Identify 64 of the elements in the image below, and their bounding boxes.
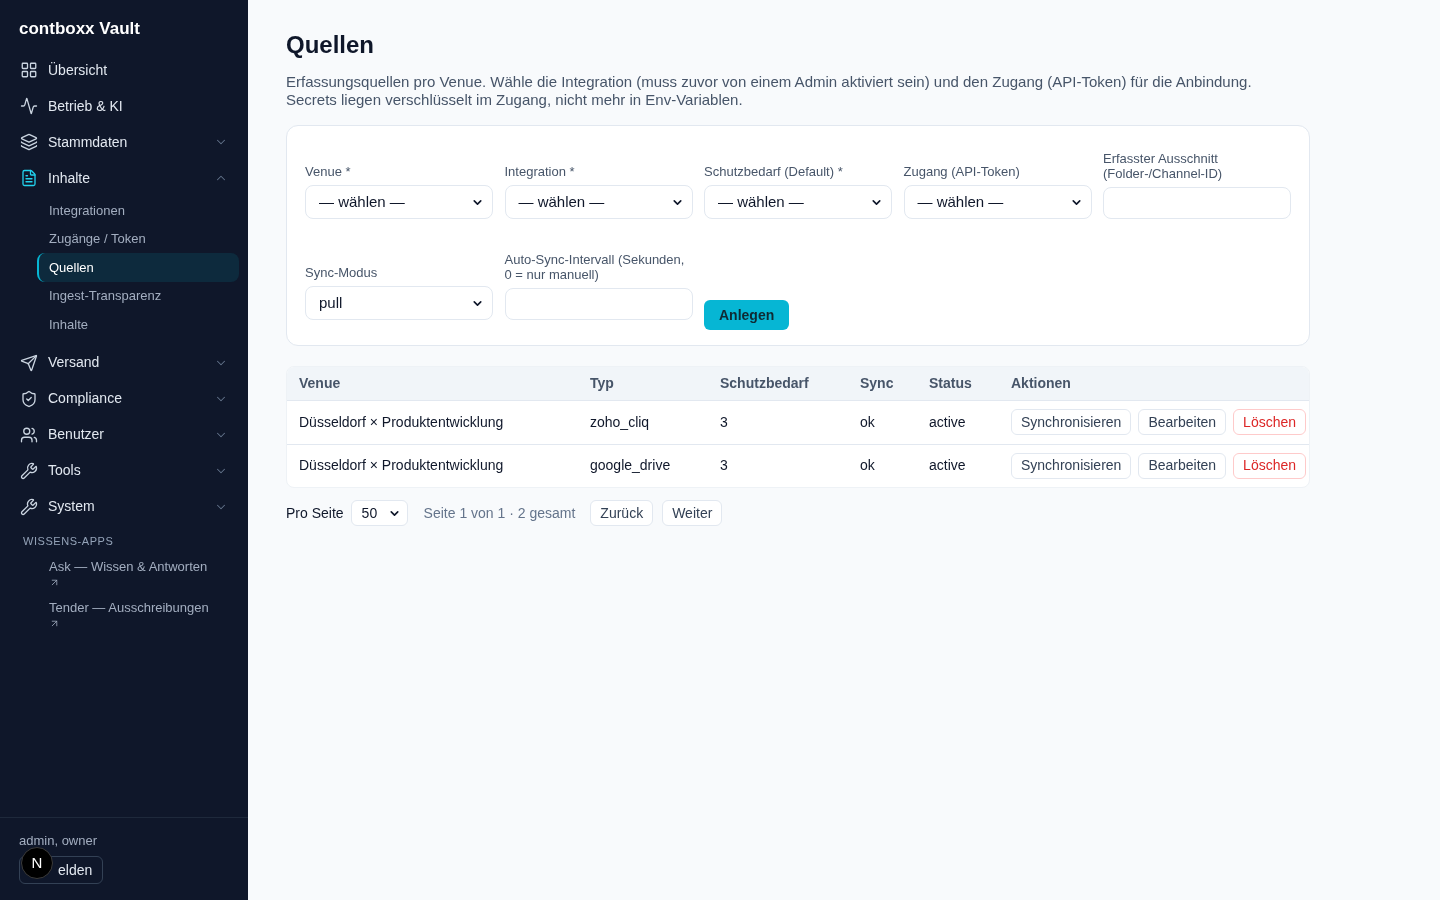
- field-label: Venue *: [305, 164, 352, 179]
- table-cell-text: ok: [859, 412, 876, 432]
- table-cell-text: active: [928, 412, 967, 432]
- column-header: Sync: [859, 374, 895, 393]
- app-link[interactable]: Ask — Wissen & Antworten: [49, 558, 228, 588]
- field-label: Integration *: [504, 164, 576, 179]
- table-cell-text: 3: [719, 456, 729, 476]
- select-field[interactable]: — wählen —: [504, 185, 693, 219]
- sidebar-nav-item[interactable]: Tools: [0, 452, 248, 489]
- table-cell-text: google_drive: [589, 456, 672, 476]
- field-label: Erfasster Ausschnitt (Folder-/Channel-ID): [1103, 151, 1224, 181]
- page-info: Seite 1 von 1 · 2 gesamt: [423, 503, 576, 523]
- action-button[interactable]: Synchronisieren: [1011, 452, 1132, 479]
- text-input[interactable]: [1103, 187, 1291, 219]
- select-field[interactable]: — wählen —: [305, 185, 493, 219]
- column-header: Aktionen: [1010, 374, 1072, 393]
- sidebar-nav-item[interactable]: Versand: [0, 344, 248, 381]
- delete-button[interactable]: Löschen: [1233, 409, 1307, 436]
- sidebar-nav-item[interactable]: System: [0, 488, 248, 525]
- page-size-label: Pro Seite: [286, 503, 344, 523]
- dev-tools-badge[interactable]: N: [21, 847, 53, 879]
- user-roles: admin, owner: [19, 833, 98, 849]
- sidebar-nav-item[interactable]: Stammdaten: [0, 124, 248, 160]
- table-cell-text: Düsseldorf × Produktentwicklung: [298, 456, 505, 476]
- field-label: Zugang (API-Token): [903, 164, 1021, 179]
- page-title: Quellen: [286, 30, 376, 60]
- table-cell-text: Düsseldorf × Produktentwicklung: [298, 412, 505, 432]
- sidebar-subitem[interactable]: Integrationen: [37, 196, 239, 225]
- column-header: Venue: [298, 374, 342, 393]
- sidebar-nav-item[interactable]: Compliance: [0, 380, 248, 417]
- delete-button[interactable]: Löschen: [1233, 452, 1307, 479]
- table-cell-text: ok: [859, 456, 876, 476]
- field-label: Schutzbedarf (Default) *: [704, 164, 844, 179]
- select-field[interactable]: — wählen —: [704, 185, 892, 219]
- action-button[interactable]: Synchronisieren: [1011, 409, 1132, 436]
- table-cell-text: zoho_cliq: [589, 412, 651, 432]
- column-header: Status: [928, 374, 973, 393]
- action-button[interactable]: Bearbeiten: [1138, 409, 1227, 436]
- sidebar-subitem[interactable]: Quellen: [37, 253, 239, 282]
- sidebar-nav-item[interactable]: Inhalte: [0, 160, 248, 196]
- section-heading: WISSENS-APPS: [22, 533, 115, 548]
- select-field[interactable]: — wählen —: [903, 185, 1092, 219]
- page-description: Erfassungsquellen pro Venue. Wähle die Integration (muss zuvor von einem Admin aktiviert sein) und den Zugang (API-Token) für die Anbindung. Secrets liegen verschlüsselt im Zugang, nicht mehr in Env-Variablen.: [286, 73, 1253, 109]
- column-header: Schutzbedarf: [719, 374, 810, 393]
- field-label: Sync-Modus: [305, 265, 379, 280]
- app-link[interactable]: Tender — Ausschreibungen: [49, 599, 228, 629]
- select-field[interactable]: pull: [305, 286, 493, 320]
- action-button[interactable]: Bearbeiten: [1138, 452, 1227, 479]
- sidebar-nav-item[interactable]: Benutzer: [0, 416, 248, 453]
- pagination-button[interactable]: Weiter: [662, 500, 723, 526]
- field-label: Auto-Sync-Intervall (Sekunden, 0 = nur manuell): [504, 252, 686, 282]
- table-cell-text: 3: [719, 412, 729, 432]
- text-input[interactable]: [504, 288, 693, 320]
- sidebar-subitem[interactable]: Inhalte: [37, 310, 239, 339]
- sidebar-nav-item[interactable]: Übersicht: [0, 52, 248, 88]
- submit-button[interactable]: Anlegen: [704, 300, 790, 330]
- page-size-select[interactable]: 50: [350, 500, 408, 526]
- pagination-button[interactable]: Zurück: [590, 500, 654, 526]
- column-header: Typ: [589, 374, 615, 393]
- sidebar-subitem[interactable]: Ingest-Transparenz: [37, 281, 239, 310]
- brand-title: contboxx Vault: [18, 18, 141, 39]
- table-cell-text: active: [928, 456, 967, 476]
- sidebar-nav-item[interactable]: Betrieb & KI: [0, 88, 248, 124]
- sidebar-subitem[interactable]: Zugänge / Token: [37, 224, 239, 253]
